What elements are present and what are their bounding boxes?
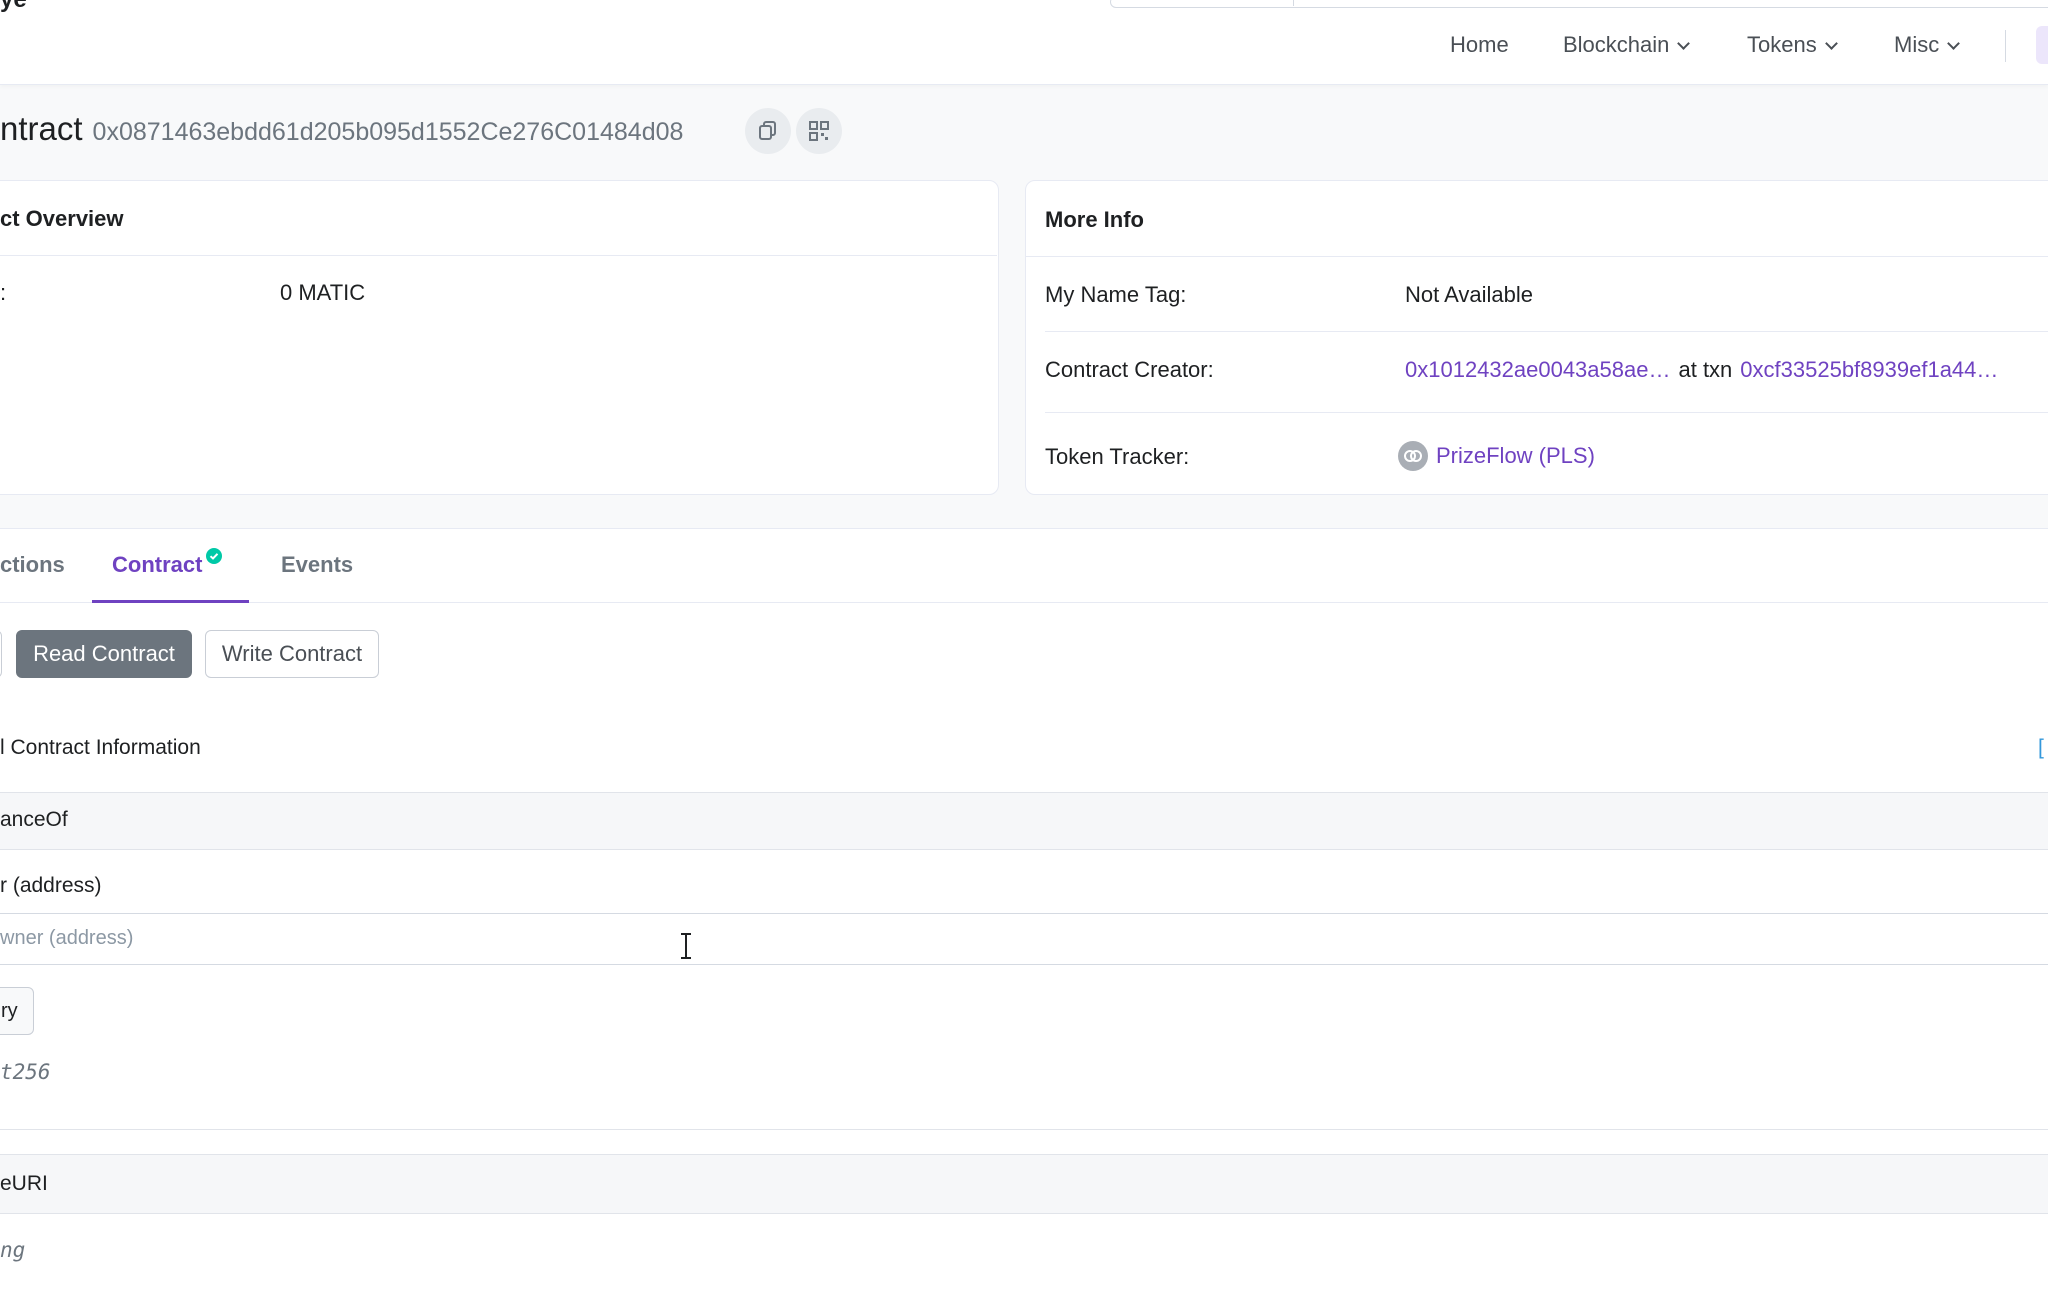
input-placeholder: wner (address) xyxy=(0,927,134,949)
balance-value: 0 MATIC xyxy=(280,280,366,305)
site-logo[interactable]: ye xyxy=(0,0,27,14)
text-cursor-icon xyxy=(681,933,691,959)
chevron-down-icon xyxy=(1947,36,1961,50)
query-label: ry xyxy=(1,1000,18,1022)
contract-info-heading: l Contract Information xyxy=(0,736,201,759)
copy-address-button[interactable] xyxy=(745,108,791,154)
expand-all-link[interactable]: [ xyxy=(2038,736,2044,760)
nav-tokens[interactable]: Tokens xyxy=(1747,32,1838,58)
contract-creator-value: 0x1012432ae0043a58ae… at txn 0xcf33525bf… xyxy=(1405,357,1998,383)
query-button[interactable]: ry xyxy=(0,987,34,1035)
contract-address: 0x0871463ebdd61d205b095d1552Ce276C01484d… xyxy=(92,118,684,146)
function-header[interactable] xyxy=(0,792,2048,850)
search-bar[interactable] xyxy=(1110,0,2048,8)
chevron-down-icon xyxy=(1677,36,1691,50)
creator-address-link[interactable]: 0x1012432ae0043a58ae… xyxy=(1405,357,1670,383)
tab-transactions[interactable]: ctions xyxy=(0,552,65,578)
nav-misc[interactable]: Misc xyxy=(1894,32,1961,58)
nav-tokens-label: Tokens xyxy=(1747,32,1817,57)
active-tab-indicator xyxy=(92,600,249,603)
function-name: eURI xyxy=(0,1172,48,1195)
token-tracker-label: Token Tracker: xyxy=(1045,444,1190,469)
divider xyxy=(1045,331,2048,332)
page-title: ntract 0x0871463ebdd61d205b095d1552Ce276… xyxy=(0,110,683,148)
balance-label: : xyxy=(0,280,7,305)
chevron-down-icon xyxy=(1824,36,1838,50)
contract-overview-card xyxy=(0,180,999,495)
nav-home[interactable]: Home xyxy=(1450,32,1509,58)
tab-contract-label: Contract xyxy=(112,552,203,577)
qr-code-icon xyxy=(809,121,829,141)
divider xyxy=(1045,412,2048,413)
token-tracker-link[interactable]: PrizeFlow (PLS) xyxy=(1436,443,1595,469)
overview-title: ct Overview xyxy=(0,206,124,231)
token-tracker-value[interactable]: PrizeFlow (PLS) xyxy=(1398,441,1595,471)
return-type: t256 xyxy=(0,1060,51,1084)
name-tag-value: Not Available xyxy=(1405,282,1534,307)
nav-misc-label: Misc xyxy=(1894,32,1940,57)
at-txn-text: at txn xyxy=(1678,357,1733,382)
function-name: anceOf xyxy=(0,808,68,831)
token-logo-icon xyxy=(1398,441,1428,471)
tab-events[interactable]: Events xyxy=(281,552,353,578)
nav-blockchain-label: Blockchain xyxy=(1563,32,1670,57)
write-contract-button[interactable]: Write Contract xyxy=(205,630,379,678)
nav-blockchain[interactable]: Blockchain xyxy=(1563,32,1691,58)
copy-icon xyxy=(759,121,776,140)
tab-contract[interactable]: Contract xyxy=(112,548,223,578)
creator-txn-link[interactable]: 0xcf33525bf8939ef1a44… xyxy=(1740,357,1998,383)
owner-address-input[interactable]: wner (address) xyxy=(0,913,2048,965)
nav-home-label: Home xyxy=(1450,32,1509,57)
name-tag-label: My Name Tag: xyxy=(1045,282,1187,307)
tabs-border xyxy=(0,602,2048,603)
sign-in-button[interactable] xyxy=(2036,26,2048,64)
divider xyxy=(0,1129,2048,1130)
function-header[interactable] xyxy=(0,1154,2048,1214)
qr-code-button[interactable] xyxy=(796,108,842,154)
return-type: ng xyxy=(0,1238,26,1262)
read-contract-button[interactable]: Read Contract xyxy=(16,630,192,678)
site-header xyxy=(0,0,2048,85)
divider xyxy=(1025,256,2048,257)
divider xyxy=(0,255,997,256)
more-info-title: More Info xyxy=(1045,207,1144,232)
nav-divider xyxy=(2005,30,2006,62)
contract-creator-label: Contract Creator: xyxy=(1045,357,1214,382)
param-label: r (address) xyxy=(0,874,102,897)
search-divider xyxy=(1293,0,1294,6)
verified-check-icon xyxy=(206,548,223,564)
page-title-label: ntract xyxy=(0,110,83,147)
code-button[interactable] xyxy=(0,630,2,678)
